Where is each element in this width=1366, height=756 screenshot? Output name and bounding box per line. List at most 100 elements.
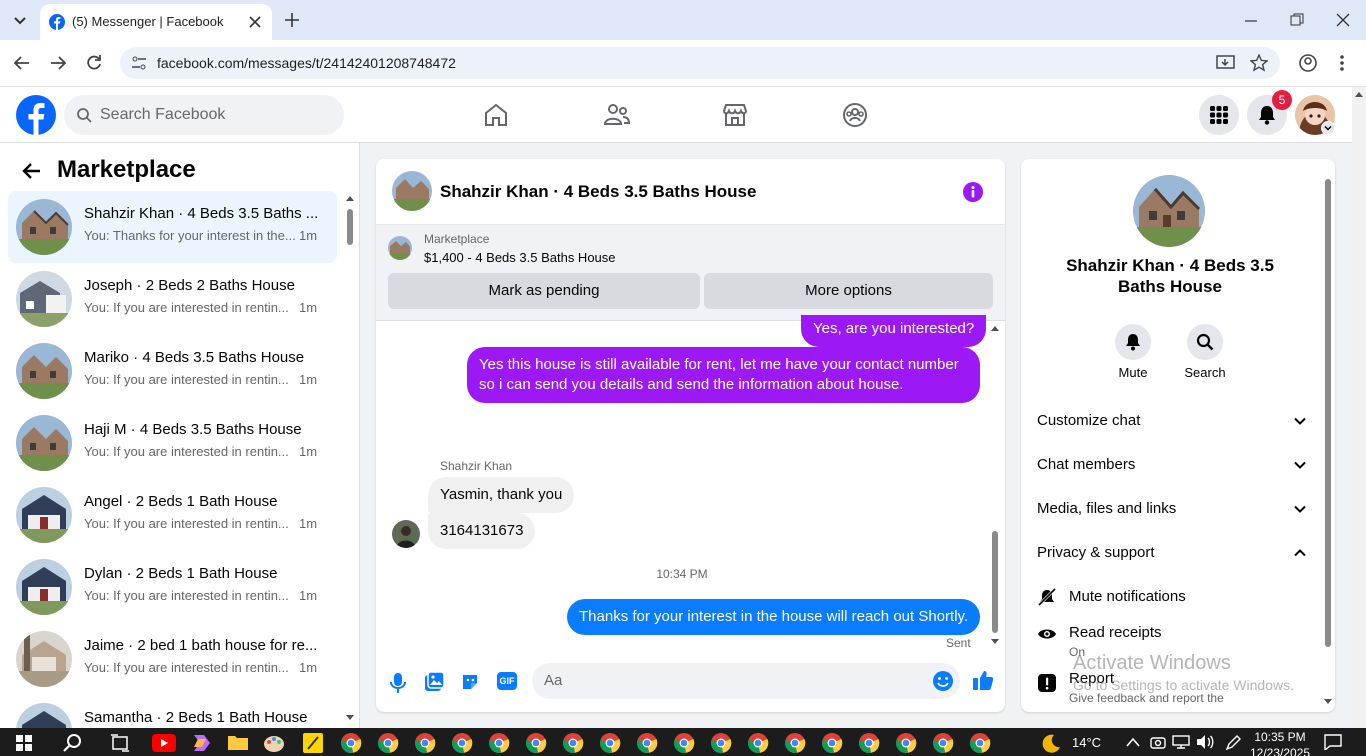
chrome-taskbar-icon[interactable] <box>525 732 547 754</box>
friends-icon[interactable] <box>603 102 631 128</box>
message-outgoing[interactable]: Yes, are you interested? <box>801 315 987 347</box>
microphone-icon[interactable] <box>390 672 406 694</box>
volume-icon[interactable] <box>1196 734 1214 750</box>
details-scrollbar[interactable] <box>1323 171 1333 707</box>
conversation-item[interactable]: Samantha · 2 Beds 1 Bath House <box>8 695 337 728</box>
chrome-taskbar-icon[interactable] <box>636 732 658 754</box>
mark-as-pending-button[interactable]: Mark as pending <box>388 273 700 309</box>
account-dropdown[interactable] <box>1321 121 1335 135</box>
gif-button[interactable]: GIF <box>497 672 517 690</box>
profile-icon[interactable] <box>1298 53 1318 73</box>
marketplace-icon[interactable] <box>721 102 749 128</box>
more-options-button[interactable]: More options <box>704 273 993 309</box>
copilot-icon[interactable] <box>190 733 212 753</box>
conversation-item[interactable]: Angel · 2 Beds 1 Bath House You: If you … <box>8 479 337 551</box>
chrome-taskbar-icon[interactable] <box>599 732 621 754</box>
chrome-taskbar-icon[interactable] <box>340 732 362 754</box>
clock-date[interactable]: 12/23/2025 <box>1250 746 1310 756</box>
mute-notifications-item[interactable]: Mute notifications <box>1037 585 1307 611</box>
emoji-icon[interactable] <box>932 670 954 692</box>
back-arrow-icon[interactable] <box>12 54 32 72</box>
chrome-taskbar-icon[interactable] <box>673 732 695 754</box>
message-outgoing[interactable]: Thanks for your interest in the house wi… <box>567 599 981 635</box>
forward-arrow-icon[interactable] <box>48 54 68 72</box>
pen-icon[interactable] <box>1224 734 1242 752</box>
close-window-icon[interactable] <box>1336 13 1350 27</box>
media-files-links-row[interactable]: Media, files and links <box>1037 500 1307 517</box>
chat-scrollbar[interactable] <box>990 325 1000 649</box>
chrome-taskbar-icon[interactable] <box>414 732 436 754</box>
minimize-icon[interactable] <box>1244 14 1258 28</box>
back-arrow-icon[interactable] <box>22 162 42 180</box>
file-explorer-icon[interactable] <box>227 733 249 751</box>
page-scrollbar[interactable] <box>1352 87 1366 728</box>
chrome-taskbar-icon[interactable] <box>784 732 806 754</box>
conversation-item[interactable]: Dylan · 2 Beds 1 Bath House You: If you … <box>8 551 337 623</box>
task-view-icon[interactable] <box>110 734 130 752</box>
browser-tab[interactable]: (5) Messenger | Facebook <box>40 4 272 40</box>
site-settings-icon[interactable] <box>130 55 148 71</box>
chat-avatar[interactable] <box>392 171 432 211</box>
chrome-taskbar-icon[interactable] <box>858 732 880 754</box>
bookmark-star-icon[interactable] <box>1250 54 1268 72</box>
chrome-taskbar-icon[interactable] <box>488 732 510 754</box>
url-field[interactable]: facebook.com/messages/t/2414240120874847… <box>120 47 1280 79</box>
restore-icon[interactable] <box>1290 13 1304 27</box>
conversation-item[interactable]: Shahzir Khan · 4 Beds 3.5 Baths ... You:… <box>8 191 337 263</box>
chrome-taskbar-icon[interactable] <box>747 732 769 754</box>
sender-avatar[interactable] <box>392 520 420 548</box>
chat-title[interactable]: Shahzir Khan · 4 Beds 3.5 Baths House <box>440 182 756 202</box>
close-tab-icon[interactable] <box>248 15 262 29</box>
chrome-taskbar-icon[interactable] <box>710 732 732 754</box>
photo-attach-icon[interactable] <box>424 672 444 692</box>
menu-button[interactable] <box>1199 95 1239 135</box>
listing-thumbnail[interactable] <box>388 236 412 260</box>
conversation-item[interactable]: Haji M · 4 Beds 3.5 Baths House You: If … <box>8 407 337 479</box>
conversation-item[interactable]: Joseph · 2 Beds 2 Baths House You: If yo… <box>8 263 337 335</box>
sticky-notes-icon[interactable] <box>303 733 323 753</box>
notification-center-icon[interactable] <box>1324 734 1342 750</box>
message-incoming[interactable]: Yasmin, thank you <box>428 477 575 513</box>
privacy-support-row[interactable]: Privacy & support <box>1037 544 1307 561</box>
reload-icon[interactable] <box>84 53 104 73</box>
chrome-taskbar-icon[interactable] <box>895 732 917 754</box>
info-icon[interactable] <box>962 181 984 203</box>
chrome-taskbar-icon[interactable] <box>562 732 584 754</box>
clock-time[interactable]: 10:35 PM <box>1250 730 1310 744</box>
search-conversation-button[interactable] <box>1187 324 1223 360</box>
message-outgoing[interactable]: Yes this house is still available for re… <box>467 347 980 403</box>
conversation-item[interactable]: Mariko · 4 Beds 3.5 Baths House You: If … <box>8 335 337 407</box>
message-input[interactable]: Aa <box>532 663 960 699</box>
facebook-search-input[interactable]: Search Facebook <box>64 95 344 135</box>
mute-button[interactable] <box>1115 324 1151 360</box>
chrome-taskbar-icon[interactable] <box>451 732 473 754</box>
paint-icon[interactable] <box>263 733 285 753</box>
tray-chevron-up-icon[interactable] <box>1126 737 1140 747</box>
thumbs-up-icon[interactable] <box>972 669 994 691</box>
conversation-item[interactable]: Jaime · 2 bed 1 bath house for re... You… <box>8 623 337 695</box>
chat-members-row[interactable]: Chat members <box>1037 456 1307 473</box>
windows-start-icon[interactable] <box>16 735 32 751</box>
chrome-taskbar-icon[interactable] <box>377 732 399 754</box>
groups-icon[interactable] <box>842 102 868 128</box>
new-tab-icon[interactable] <box>284 12 300 28</box>
list-scrollbar[interactable] <box>344 195 356 725</box>
sticker-icon[interactable] <box>460 672 480 692</box>
listing-price[interactable]: $1,400 - 4 Beds 3.5 Baths House <box>424 250 616 265</box>
facebook-logo-icon[interactable] <box>16 95 56 135</box>
chrome-taskbar-icon[interactable] <box>821 732 843 754</box>
network-icon[interactable] <box>1172 735 1190 749</box>
chrome-taskbar-icon[interactable] <box>932 732 954 754</box>
customize-chat-row[interactable]: Customize chat <box>1037 412 1307 429</box>
install-app-icon[interactable] <box>1216 54 1236 72</box>
message-incoming[interactable]: 3164131673 <box>428 513 536 549</box>
scroll-thumb[interactable] <box>1325 179 1331 647</box>
youtube-icon[interactable] <box>152 734 176 752</box>
taskbar-search-icon[interactable] <box>63 733 83 753</box>
scroll-thumb[interactable] <box>347 209 353 245</box>
details-avatar[interactable] <box>1133 175 1205 247</box>
scroll-thumb[interactable] <box>992 531 998 633</box>
tab-list-button[interactable] <box>8 10 32 30</box>
chrome-taskbar-icon[interactable] <box>969 732 991 754</box>
browser-menu-icon[interactable] <box>1334 53 1350 73</box>
